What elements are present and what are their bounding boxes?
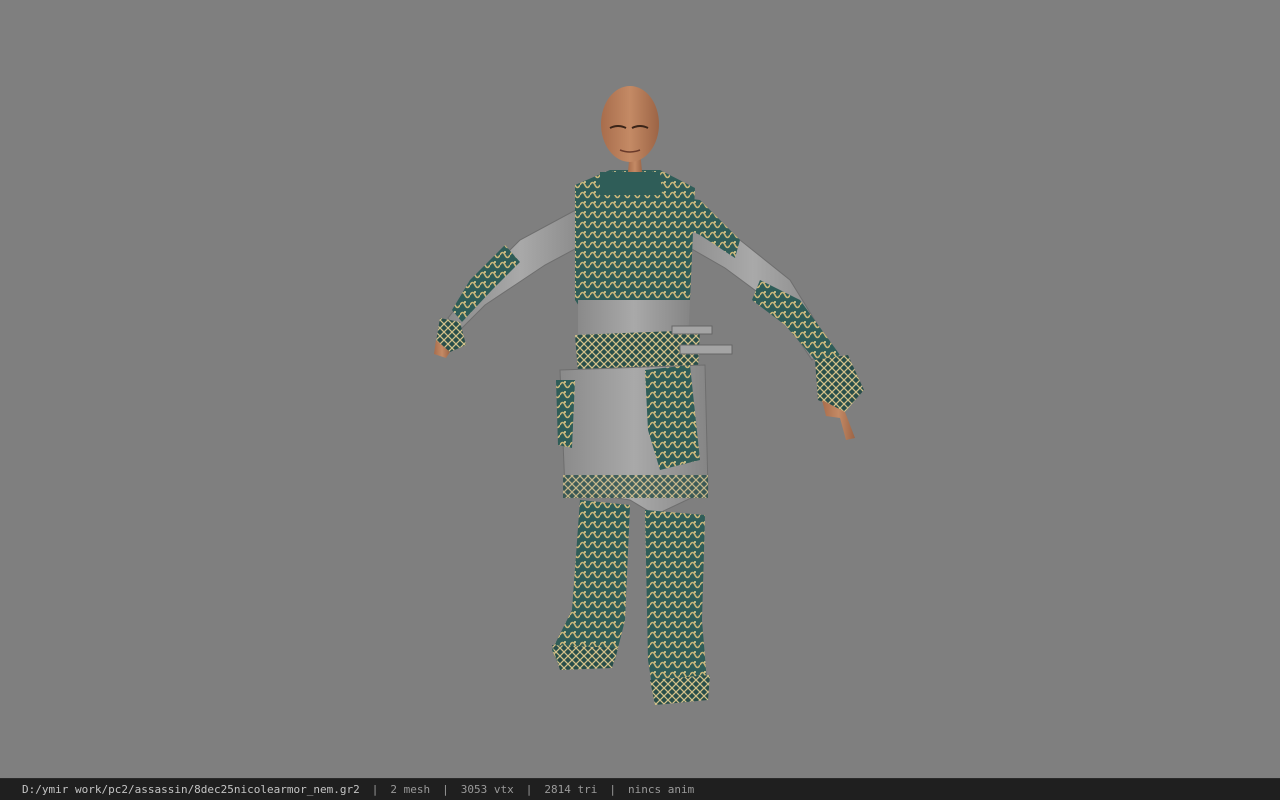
3d-viewport[interactable] <box>0 0 1280 778</box>
status-separator: | <box>609 783 616 796</box>
model-legs <box>556 364 709 516</box>
triangle-count-label: 2814 tri <box>544 783 598 796</box>
vertex-count-label: 3053 vtx <box>460 783 514 796</box>
animation-status-label: nincs anim <box>627 783 695 796</box>
status-separator: | <box>371 783 379 796</box>
model-left-arm <box>434 204 593 358</box>
character-model <box>434 86 864 705</box>
mesh-count-label: 2 mesh <box>390 783 431 796</box>
model-head <box>601 86 659 172</box>
file-path-label: D:/ymir work/pc2/assassin/8dec25nicolear… <box>22 783 360 796</box>
model-boots <box>552 500 710 705</box>
status-bar: D:/ymir work/pc2/assassin/8dec25nicolear… <box>0 778 1280 800</box>
status-separator: | <box>442 783 449 796</box>
model-torso <box>575 170 733 372</box>
status-separator: | <box>525 783 533 796</box>
